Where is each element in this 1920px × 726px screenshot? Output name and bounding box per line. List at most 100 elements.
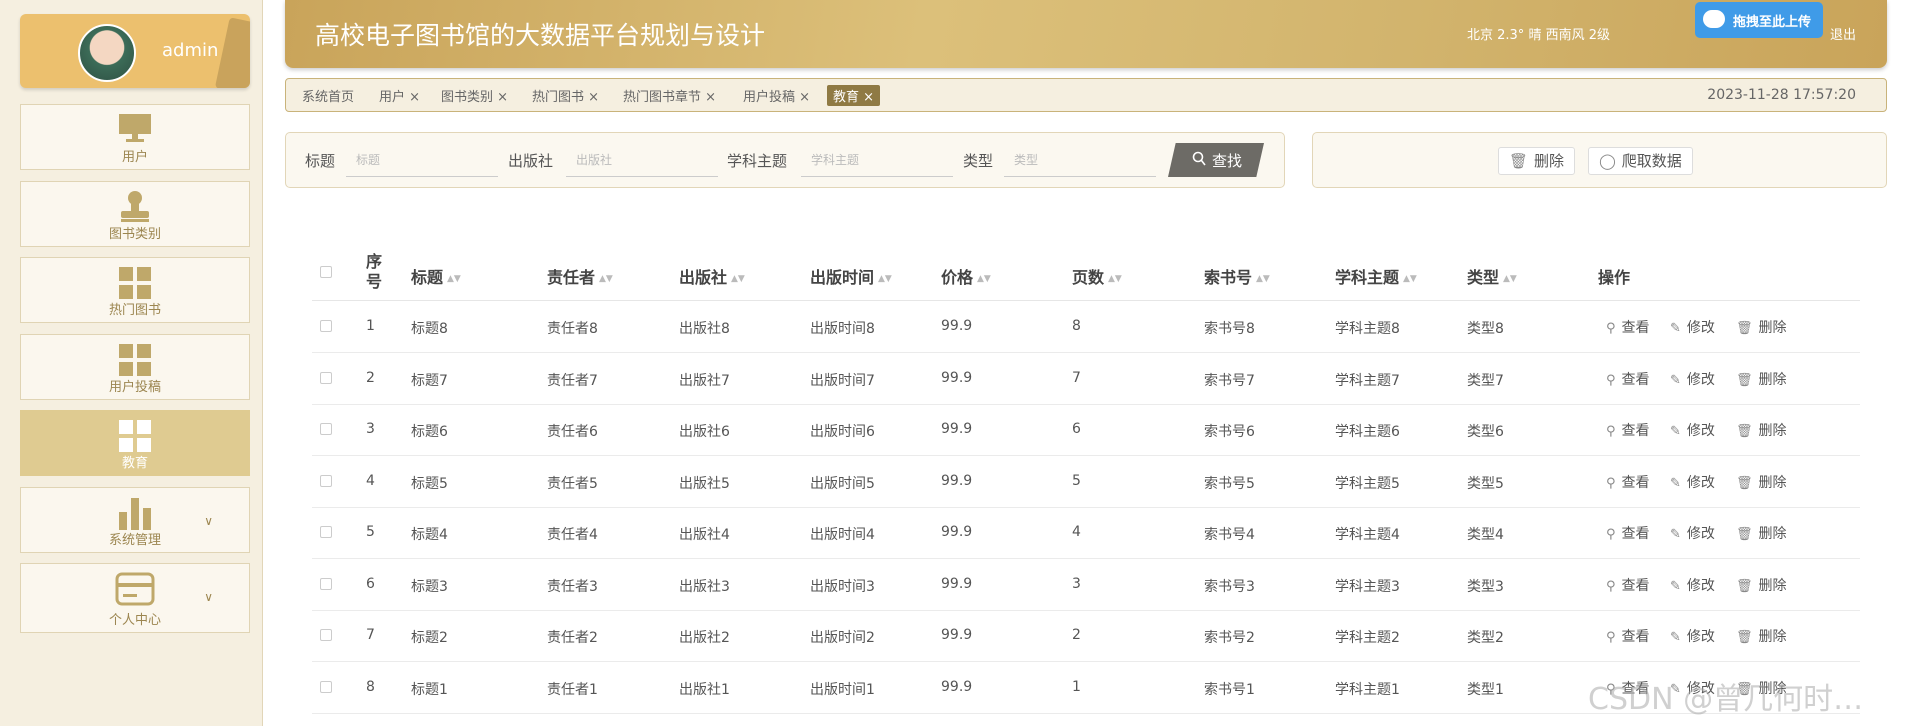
- sort-icon[interactable]: ▲▼: [447, 274, 461, 284]
- cell-title: 标题2: [411, 630, 448, 646]
- action-label: 修改: [1686, 320, 1715, 336]
- avatar[interactable]: [78, 24, 136, 82]
- row-checkbox[interactable]: [320, 371, 332, 384]
- row-checkbox[interactable]: [320, 629, 332, 641]
- view-button[interactable]: ⚲ 查看: [1606, 317, 1650, 337]
- logout-link[interactable]: 退出: [1830, 24, 1856, 43]
- delete-button[interactable]: 🗑 删除: [1736, 575, 1787, 595]
- sort-icon[interactable]: ▲▼: [878, 274, 892, 284]
- sidebar-item-education[interactable]: 教育: [20, 410, 250, 476]
- tab-book-categories[interactable]: 图书类别 ×: [441, 86, 508, 105]
- find-button[interactable]: 查找: [1168, 143, 1264, 177]
- sidebar: admin 用户 图书类别 热门图书 用户投稿 教育 系统管理 ∨ 个人中心 ∨: [0, 0, 263, 726]
- sidebar-item-personal-center[interactable]: 个人中心 ∨: [20, 563, 250, 633]
- edit-icon: ✎: [1670, 321, 1681, 336]
- tab-user-submissions[interactable]: 用户投稿 ×: [743, 86, 810, 105]
- column-header-publisher[interactable]: 出版社 ▲▼: [679, 264, 745, 288]
- crawl-data-button[interactable]: ◯ 爬取数据: [1588, 147, 1693, 175]
- delete-button[interactable]: 🗑 删除: [1736, 317, 1787, 337]
- edit-button[interactable]: ✎ 修改: [1670, 523, 1715, 543]
- chevron-down-icon[interactable]: ∨: [204, 514, 213, 528]
- cell-publish-date: 出版时间4: [810, 527, 875, 543]
- column-header-publish-date[interactable]: 出版时间 ▲▼: [810, 264, 892, 288]
- sidebar-item-hot-books[interactable]: 热门图书: [20, 257, 250, 323]
- search-icon: ⚲: [1606, 424, 1616, 439]
- delete-button[interactable]: 🗑 删除: [1736, 472, 1787, 492]
- sidebar-item-book-categories[interactable]: 图书类别: [20, 181, 250, 247]
- view-button[interactable]: ⚲ 查看: [1606, 420, 1650, 440]
- trash-icon: 🗑: [1736, 424, 1753, 439]
- edit-button[interactable]: ✎ 修改: [1670, 575, 1715, 595]
- column-header-type[interactable]: 类型 ▲▼: [1467, 264, 1517, 288]
- sort-icon[interactable]: ▲▼: [1108, 274, 1122, 284]
- find-label: 查找: [1212, 152, 1243, 170]
- tab-education[interactable]: 教育 ×: [827, 85, 881, 106]
- edit-button[interactable]: ✎ 修改: [1670, 317, 1715, 337]
- type-input[interactable]: [1004, 143, 1156, 177]
- select-all-checkbox[interactable]: [320, 266, 332, 278]
- column-header-subject[interactable]: 学科主题 ▲▼: [1335, 264, 1417, 288]
- cell-title: 标题4: [411, 527, 448, 543]
- sidebar-item-label: 用户投稿: [108, 380, 161, 395]
- sidebar-item-system-management[interactable]: 系统管理 ∨: [20, 487, 250, 553]
- row-checkbox[interactable]: [320, 680, 332, 693]
- action-label: 删除: [1758, 577, 1787, 594]
- view-button[interactable]: ⚲ 查看: [1606, 626, 1650, 646]
- edit-button[interactable]: ✎ 修改: [1670, 472, 1715, 492]
- column-header-price[interactable]: 价格 ▲▼: [941, 264, 991, 288]
- column-header-author[interactable]: 责任者 ▲▼: [547, 264, 613, 288]
- tab-users[interactable]: 用户 ×: [379, 86, 420, 105]
- cell-seq: 8: [366, 678, 375, 695]
- column-header-pages[interactable]: 页数 ▲▼: [1072, 264, 1122, 288]
- drag-upload-button[interactable]: 拖拽至此上传: [1695, 2, 1823, 38]
- delete-button[interactable]: 🗑 删除: [1736, 369, 1787, 389]
- cell-publish-date: 出版时间6: [810, 424, 875, 440]
- cell-publisher: 出版社2: [679, 630, 730, 646]
- sort-icon[interactable]: ▲▼: [731, 274, 745, 284]
- sidebar-item-users[interactable]: 用户: [20, 104, 250, 170]
- sort-icon[interactable]: ▲▼: [1403, 274, 1417, 284]
- publisher-input[interactable]: [566, 143, 718, 177]
- sort-icon[interactable]: ▲▼: [599, 274, 613, 284]
- row-checkbox[interactable]: [320, 320, 332, 332]
- delete-button[interactable]: 🗑 删除: [1736, 523, 1787, 543]
- batch-delete-button[interactable]: 🗑 删除: [1498, 147, 1576, 175]
- trash-icon: 🗑: [1509, 152, 1529, 170]
- view-button[interactable]: ⚲ 查看: [1606, 472, 1650, 492]
- row-checkbox[interactable]: [320, 577, 332, 590]
- edit-button[interactable]: ✎ 修改: [1670, 626, 1715, 646]
- tab-hot-book-chapters[interactable]: 热门图书章节 ×: [623, 86, 716, 105]
- tab-hot-books[interactable]: 热门图书 ×: [532, 86, 599, 105]
- sort-icon[interactable]: ▲▼: [1256, 274, 1270, 284]
- subject-input[interactable]: [801, 143, 953, 177]
- cell-price: 99.9: [941, 524, 973, 540]
- delete-button[interactable]: 🗑 删除: [1736, 420, 1787, 440]
- edit-button[interactable]: ✎ 修改: [1670, 420, 1715, 440]
- sort-icon[interactable]: ▲▼: [977, 274, 991, 284]
- title-input[interactable]: [346, 143, 498, 177]
- row-checkbox[interactable]: [320, 526, 332, 538]
- chevron-down-icon[interactable]: ∨: [204, 590, 213, 604]
- column-header-title[interactable]: 标题 ▲▼: [411, 264, 461, 288]
- row-checkbox[interactable]: [320, 423, 332, 435]
- column-header-call-number[interactable]: 索书号 ▲▼: [1204, 264, 1270, 288]
- sidebar-item-user-submissions[interactable]: 用户投稿: [20, 334, 250, 400]
- view-button[interactable]: ⚲ 查看: [1606, 369, 1650, 389]
- delete-button[interactable]: 🗑 删除: [1736, 626, 1787, 646]
- view-button[interactable]: ⚲ 查看: [1606, 523, 1650, 543]
- view-button[interactable]: ⚲ 查看: [1606, 575, 1650, 595]
- cell-publisher: 出版社7: [679, 372, 730, 389]
- cell-publish-date: 出版时间7: [810, 372, 875, 389]
- column-header-actions: 操作: [1598, 268, 1631, 287]
- sidebar-item-label: 图书类别: [108, 227, 161, 242]
- cell-title: 标题5: [411, 475, 448, 492]
- table-header: 序号 标题 ▲▼ 责任者 ▲▼ 出版社 ▲▼ 出版时间 ▲▼ 价格 ▲▼ 页数 ▲▼ 索书号…: [312, 244, 1860, 301]
- edit-button[interactable]: ✎ 修改: [1670, 369, 1715, 389]
- cell-call-number: 索书号8: [1204, 321, 1255, 337]
- tab-home[interactable]: 系统首页: [302, 86, 354, 105]
- sort-icon[interactable]: ▲▼: [1503, 274, 1517, 284]
- cell-price: 99.9: [941, 369, 973, 386]
- cell-publish-date: 出版时间1: [810, 681, 875, 698]
- row-checkbox[interactable]: [320, 474, 332, 487]
- weather-info: 北京 2.3° 晴 西南风 2级: [1467, 28, 1610, 43]
